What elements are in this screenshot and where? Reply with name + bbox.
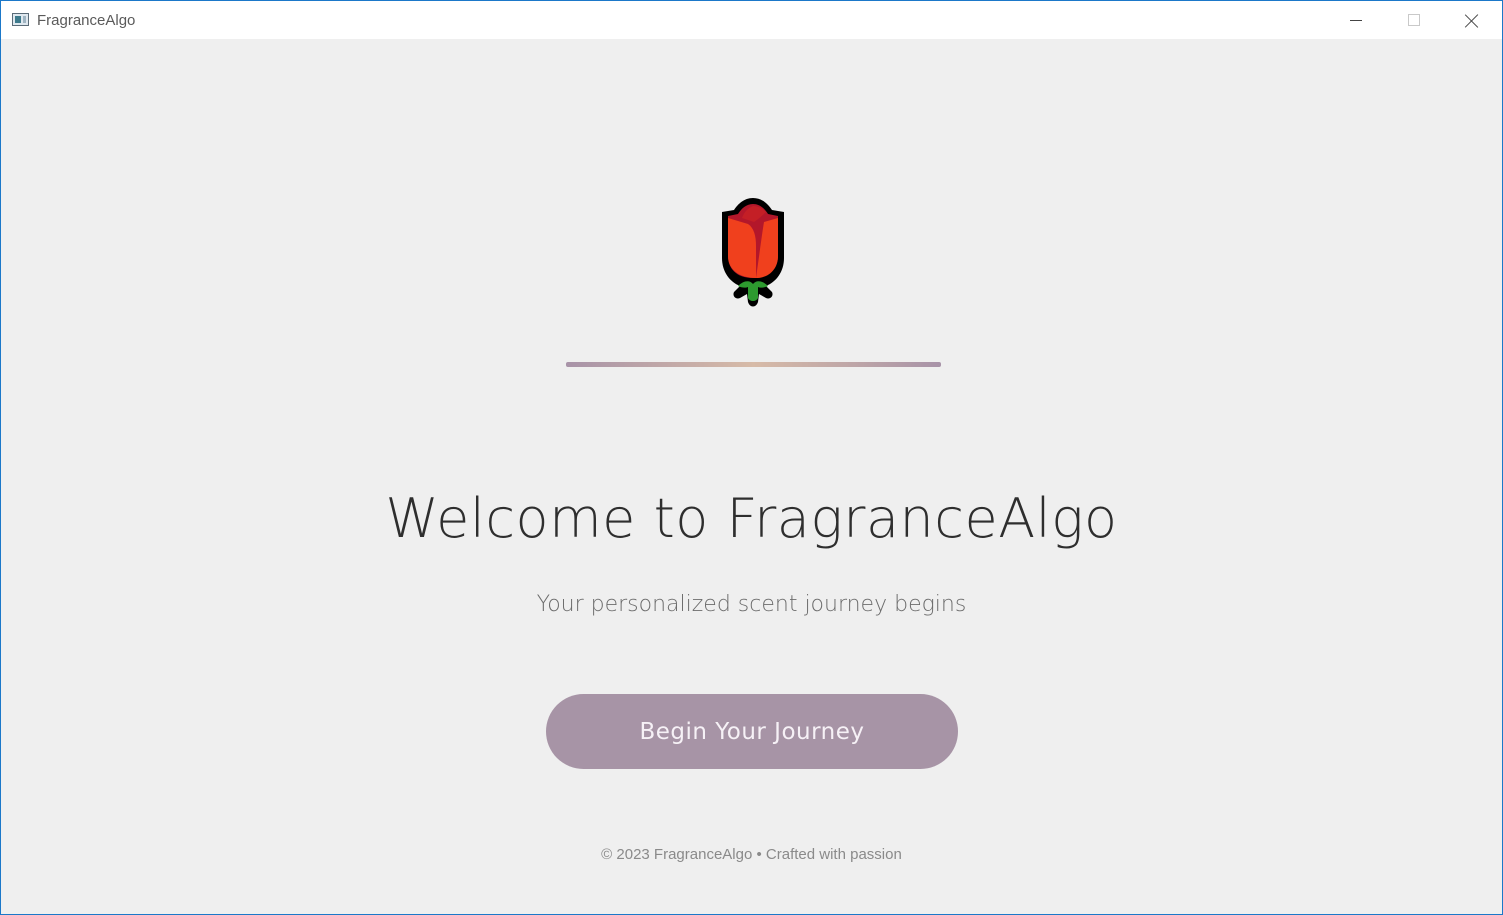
maximize-button[interactable] <box>1385 1 1443 39</box>
maximize-icon <box>1408 14 1420 26</box>
close-icon <box>1465 14 1479 28</box>
title-bar[interactable]: FragranceAlgo <box>1 1 1502 39</box>
minimize-button[interactable] <box>1327 1 1385 39</box>
app-icon <box>12 13 29 26</box>
footer-text: © 2023 FragranceAlgo • Crafted with pass… <box>601 846 902 863</box>
rose-icon <box>722 198 784 307</box>
app-window: FragranceAlgo Welcome to FragranceAlgo Y… <box>0 0 1503 915</box>
welcome-screen: Welcome to FragranceAlgo Your personaliz… <box>1 39 1502 914</box>
welcome-subheading: Your personalized scent journey begins <box>536 592 967 617</box>
begin-journey-button[interactable]: Begin Your Journey <box>546 694 958 769</box>
decorative-divider <box>566 362 941 367</box>
minimize-icon <box>1350 20 1362 21</box>
begin-journey-label: Begin Your Journey <box>639 718 865 745</box>
welcome-heading: Welcome to FragranceAlgo <box>385 487 1118 550</box>
close-button[interactable] <box>1443 1 1501 39</box>
window-title: FragranceAlgo <box>37 12 136 29</box>
